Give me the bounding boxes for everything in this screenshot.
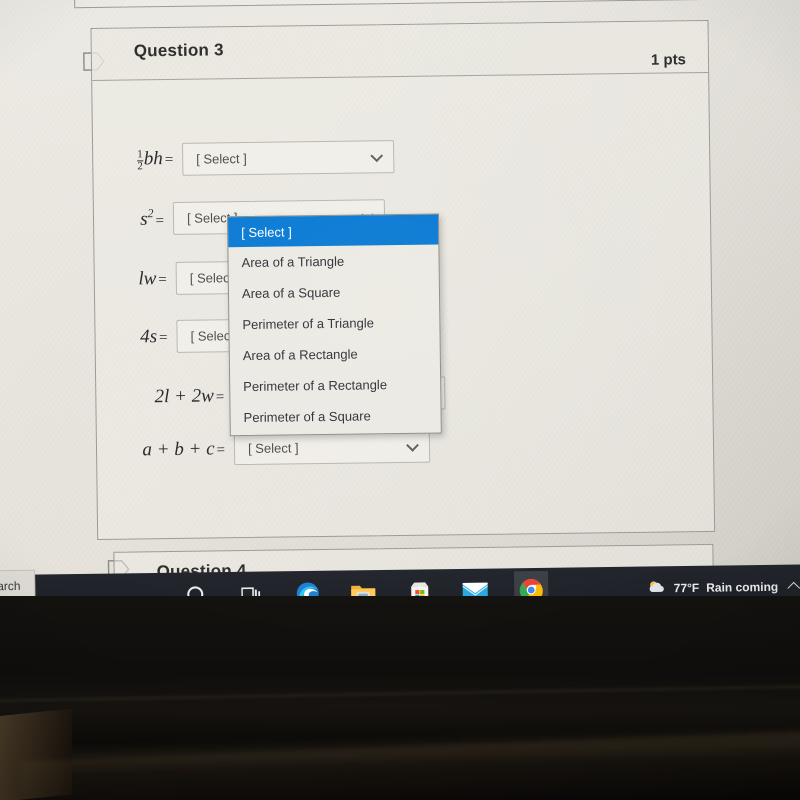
formula-expression: lw =	[138, 267, 167, 289]
dropdown-option[interactable]: Perimeter of a Triangle	[229, 306, 439, 340]
laptop-screen-photo: Question 3 1 pts 1 2 bh = [ Select ] s2 …	[0, 0, 800, 800]
weather-temperature[interactable]: 77°F	[674, 581, 700, 595]
dropdown-option[interactable]: Perimeter of a Square	[230, 399, 440, 433]
chevron-up-icon[interactable]	[787, 581, 800, 595]
answer-dropdown-menu[interactable]: [ Select ] Area of a Triangle Area of a …	[226, 213, 442, 437]
formula-expression: s2 =	[140, 206, 165, 231]
sun-behind-cloud-icon	[647, 579, 667, 597]
laptop-display: Question 3 1 pts 1 2 bh = [ Select ] s2 …	[0, 0, 800, 612]
formula-expression: 1 2 bh =	[137, 147, 174, 173]
dropdown-option[interactable]: Perimeter of a Rectangle	[230, 368, 440, 402]
formula-expression: a + b + c =	[142, 437, 226, 460]
select-value: [ Select ]	[247, 440, 299, 457]
dropdown-option[interactable]: [ Select ]	[227, 214, 439, 248]
dropdown-option[interactable]: Area of a Rectangle	[230, 337, 440, 371]
chevron-down-icon	[370, 148, 384, 162]
dropdown-option[interactable]: Area of a Triangle	[228, 244, 438, 278]
search-text: arch	[0, 578, 21, 594]
chevron-down-icon	[406, 438, 419, 452]
select-value: [ Select ]	[196, 150, 247, 167]
formula-expression: 4s =	[140, 325, 168, 347]
weather-condition[interactable]: Rain coming	[706, 580, 778, 595]
answer-select-1[interactable]: [ Select ]	[182, 140, 395, 176]
answer-row: 1 2 bh = [ Select ]	[130, 140, 395, 176]
dropdown-option[interactable]: Area of a Square	[229, 275, 439, 309]
formula-expression: 2l + 2w =	[154, 384, 225, 407]
quiz-page: Question 3 1 pts 1 2 bh = [ Select ] s2 …	[0, 0, 800, 612]
